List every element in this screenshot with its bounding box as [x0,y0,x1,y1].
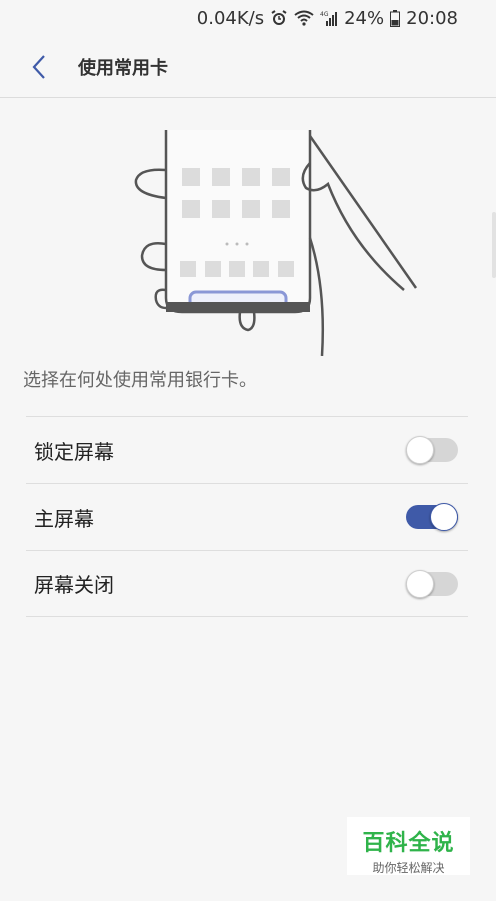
battery-percent: 24% [344,7,385,29]
watermark-title: 百科全说 [362,831,455,856]
setting-row-home-screen[interactable]: 主屏幕 [26,483,468,550]
clock: 20:08 [406,7,458,29]
svg-text:4G: 4G [320,11,329,18]
back-button[interactable] [0,36,78,98]
home-screen-toggle[interactable] [406,503,458,531]
toggle-thumb [430,503,458,531]
description-text: 选择在何处使用常用银行卡。 [23,370,257,391]
hand-phone-illustration [134,130,418,356]
battery-icon [390,9,401,27]
setting-row-lock-screen[interactable]: 锁定屏幕 [26,416,468,483]
toggle-thumb [406,569,434,598]
alarm-icon [270,9,288,27]
page-title: 使用常用卡 [78,57,168,79]
setting-label: 屏幕关闭 [34,573,114,597]
setting-row-screen-off[interactable]: 屏幕关闭 [26,550,468,617]
status-bar: 0.04K/s 4G 24% 20:08 [0,0,496,36]
watermark-logo: 百科全说 助你轻松解决 [347,817,470,875]
setting-label: 主屏幕 [34,506,94,531]
chevron-left-icon [32,54,45,79]
wifi-icon [294,10,314,26]
settings-list: 锁定屏幕 主屏幕 屏幕关闭 [26,416,468,617]
edge-panel-handle[interactable] [492,212,496,278]
toggle-thumb [406,436,434,464]
screen-off-toggle[interactable] [406,569,458,598]
network-speed: 0.04K/s [196,7,265,29]
lock-screen-toggle[interactable] [406,436,458,464]
signal-4g-icon: 4G [320,10,338,26]
setting-label: 锁定屏幕 [34,439,114,464]
app-bar: 使用常用卡 [0,36,496,98]
watermark-subtitle: 助你轻松解决 [372,861,445,875]
